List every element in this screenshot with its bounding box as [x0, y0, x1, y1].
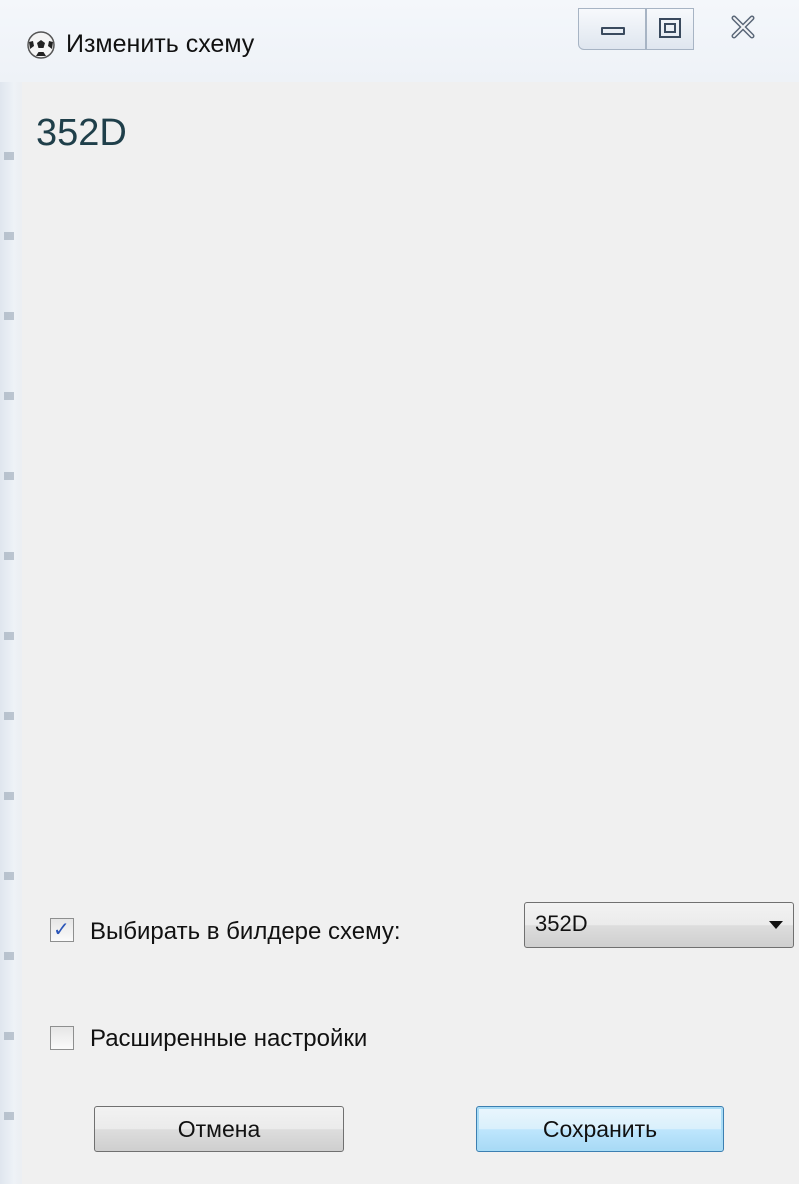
close-button[interactable] [694, 8, 794, 50]
football-icon [26, 30, 56, 60]
checkmark-icon: ✓ [53, 919, 70, 941]
select-in-builder-checkbox[interactable]: ✓ [50, 918, 74, 942]
minimize-button[interactable] [578, 8, 646, 50]
advanced-settings-label[interactable]: Расширенные настройки [90, 1024, 367, 1054]
select-in-builder-label[interactable]: Выбирать в билдере схему: [90, 917, 401, 947]
maximize-icon [659, 18, 681, 38]
advanced-settings-checkbox[interactable] [50, 1026, 74, 1050]
minimize-icon [601, 27, 625, 35]
scheme-select[interactable]: 352D [524, 902, 794, 948]
chevron-down-icon [769, 921, 783, 929]
scheme-select-value: 352D [535, 911, 588, 936]
window-title: Изменить схему [66, 30, 255, 58]
frame-edge [4, 90, 14, 1150]
window-frame: Изменить схему 352D ✓ Выбирать в билдере… [0, 0, 799, 1184]
maximize-button[interactable] [646, 8, 694, 50]
title-bar[interactable]: Изменить схему [0, 0, 799, 82]
save-button[interactable]: Сохранить [476, 1106, 724, 1152]
cancel-button[interactable]: Отмена [94, 1106, 344, 1152]
dialog-client-area [22, 82, 799, 1184]
scheme-name-heading: 352D [36, 112, 127, 154]
